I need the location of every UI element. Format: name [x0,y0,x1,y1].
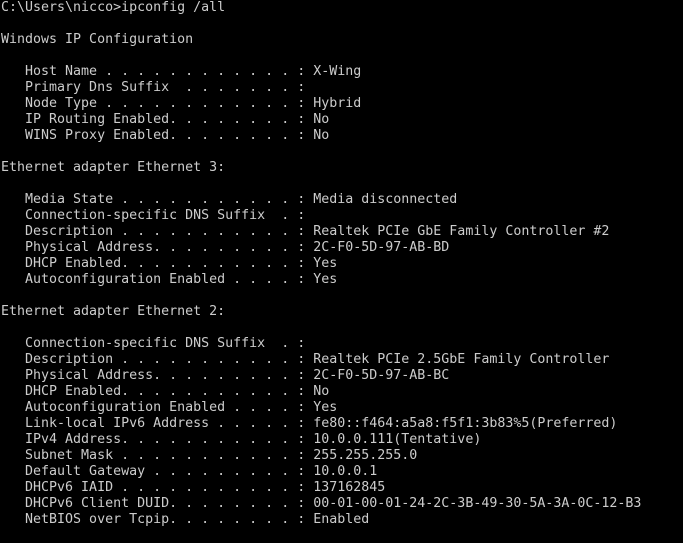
console-line: C:\Users\nicco>ipconfig /all [1,0,226,15]
console-line: Connection-specific DNS Suffix . : [1,336,306,351]
console-line: Description . . . . . . . . . . . : Real… [1,352,610,367]
console-line: DHCP Enabled. . . . . . . . . . . : Yes [1,256,338,271]
console-line: Ethernet adapter Ethernet 3: [1,160,226,175]
console-line: DHCPv6 IAID . . . . . . . . . . . : 1371… [1,480,386,495]
console-line: Description . . . . . . . . . . . : Real… [1,224,610,239]
console-line: Physical Address. . . . . . . . . : 2C-F… [1,368,450,383]
console-line: Host Name . . . . . . . . . . . . : X-Wi… [1,64,362,79]
console-line: Subnet Mask . . . . . . . . . . . : 255.… [1,448,418,463]
console-line: Media State . . . . . . . . . . . : Medi… [1,192,458,207]
console-line: Primary Dns Suffix . . . . . . . : [1,80,306,95]
console-line: Ethernet adapter Ethernet 2: [1,304,226,319]
console-line: DHCPv6 Client DUID. . . . . . . . : 00-0… [1,496,642,511]
console-line: Physical Address. . . . . . . . . : 2C-F… [1,240,450,255]
console-line: DHCP Enabled. . . . . . . . . . . : No [1,384,330,399]
console-line: Node Type . . . . . . . . . . . . : Hybr… [1,96,362,111]
console-line: Autoconfiguration Enabled . . . . : Yes [1,400,338,415]
console-line: Link-local IPv6 Address . . . . . : fe80… [1,416,618,431]
terminal-console-output[interactable]: C:\Users\nicco>ipconfig /all Windows IP … [0,0,683,543]
console-line: IP Routing Enabled. . . . . . . . : No [1,112,330,127]
console-line: NetBIOS over Tcpip. . . . . . . . : Enab… [1,512,370,527]
console-line: IPv4 Address. . . . . . . . . . . : 10.0… [1,432,482,447]
console-line: Autoconfiguration Enabled . . . . : Yes [1,272,338,287]
console-line: Default Gateway . . . . . . . . . : 10.0… [1,464,378,479]
console-line: WINS Proxy Enabled. . . . . . . . : No [1,128,330,143]
console-line: Connection-specific DNS Suffix . : [1,208,306,223]
console-line: Windows IP Configuration [1,32,194,47]
